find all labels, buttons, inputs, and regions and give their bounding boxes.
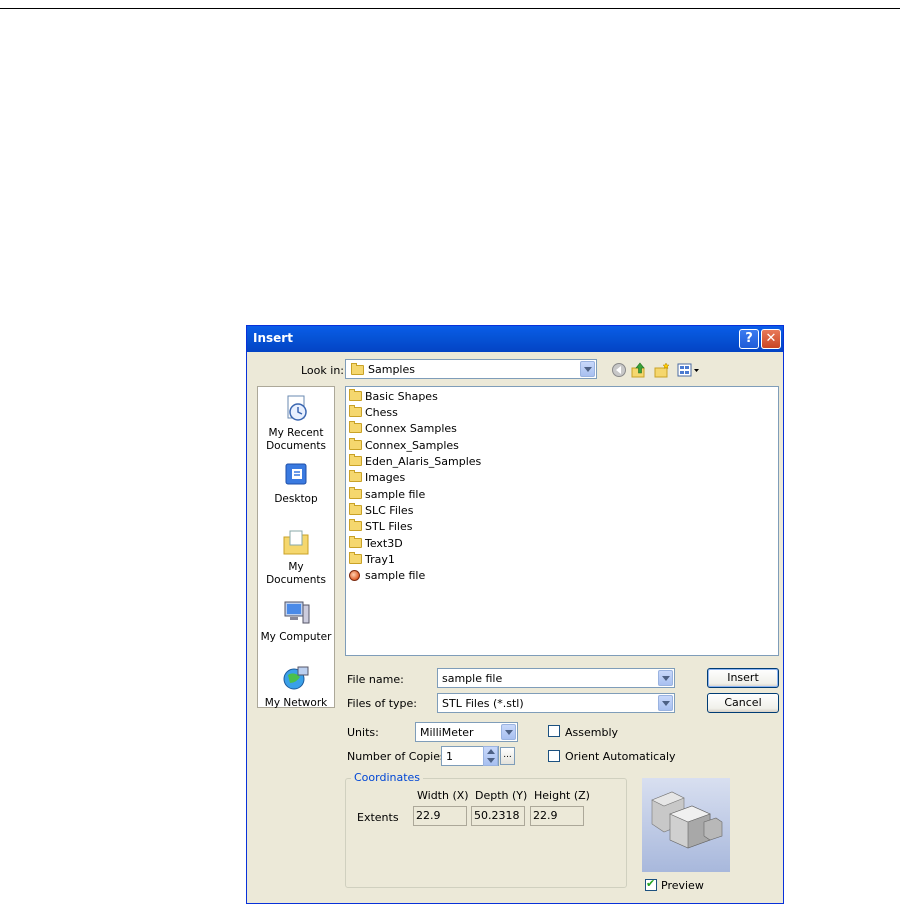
height-header: Height (Z): [534, 789, 590, 802]
folder-icon: [349, 536, 362, 548]
place-recent-documents[interactable]: My Recent Documents: [258, 393, 334, 453]
copies-ellipsis-button[interactable]: ...: [500, 747, 515, 765]
my-computer-icon: [280, 597, 312, 629]
copies-stepper[interactable]: [483, 746, 498, 766]
chevron-down-icon[interactable]: [501, 724, 516, 740]
units-value: MilliMeter: [420, 726, 474, 739]
place-my-computer[interactable]: My Computer: [258, 597, 334, 644]
orient-checkbox[interactable]: [548, 750, 560, 762]
orient-label: Orient Automaticaly: [565, 750, 676, 763]
assembly-label: Assembly: [565, 726, 619, 739]
folder-icon: [351, 363, 364, 375]
desktop-icon: [280, 459, 312, 491]
folder-icon: [349, 421, 362, 433]
new-folder-icon[interactable]: [654, 362, 670, 378]
chevron-down-icon[interactable]: [658, 695, 673, 711]
place-my-network[interactable]: My Network: [258, 663, 334, 710]
width-header: Width (X): [417, 789, 469, 802]
folder-icon: [349, 438, 362, 450]
copies-label: Number of Copies :: [347, 750, 453, 763]
folder-icon: [349, 503, 362, 515]
page-top-rule: [0, 8, 900, 9]
back-icon[interactable]: [611, 362, 627, 378]
height-value: 22.9: [530, 806, 584, 826]
folder-icon: [349, 470, 362, 482]
model-preview: [642, 778, 730, 872]
place-desktop[interactable]: Desktop: [258, 459, 334, 506]
place-label: My Recent Documents: [266, 427, 326, 452]
place-my-documents[interactable]: My Documents: [258, 527, 334, 587]
file-name-input[interactable]: sample file: [437, 668, 675, 688]
folder-icon: [349, 454, 362, 466]
chevron-up-icon[interactable]: [487, 749, 495, 754]
folder-icon: [349, 519, 362, 531]
file-list[interactable]: Basic Shapes Chess Connex Samples Connex…: [345, 386, 779, 656]
look-in-label: Look in:: [301, 364, 344, 377]
my-network-icon: [280, 663, 312, 695]
extents-label: Extents: [357, 811, 399, 824]
files-of-type-label: Files of type:: [347, 697, 418, 710]
help-button[interactable]: ?: [739, 329, 759, 349]
file-name-label: File name:: [347, 673, 404, 686]
title-bar[interactable]: Insert ? ✕: [247, 326, 783, 352]
file-name-value: sample file: [442, 672, 503, 685]
chevron-down-icon[interactable]: [658, 670, 673, 686]
views-menu-icon[interactable]: [677, 362, 701, 378]
assembly-checkbox[interactable]: [548, 725, 560, 737]
coordinates-title: Coordinates: [351, 771, 424, 784]
place-label: My Network: [264, 697, 328, 709]
places-bar: My Recent Documents Desktop My Documents: [257, 386, 335, 710]
place-label: Desktop: [274, 493, 318, 505]
folder-icon: [349, 552, 362, 564]
close-button[interactable]: ✕: [761, 329, 781, 349]
chevron-down-icon[interactable]: [580, 361, 595, 377]
insert-dialog: Insert ? ✕ Look in: Samples My Recent Do…: [246, 325, 784, 904]
copies-value: 1: [446, 750, 453, 763]
depth-header: Depth (Y): [475, 789, 528, 802]
folder-icon: [349, 389, 362, 401]
files-of-type-value: STL Files (*.stl): [442, 697, 524, 710]
cancel-button[interactable]: Cancel: [707, 693, 779, 713]
files-of-type-dropdown[interactable]: STL Files (*.stl): [437, 693, 675, 713]
folder-icon: [349, 487, 362, 499]
model-preview-image: [651, 791, 723, 849]
dialog-title: Insert: [253, 331, 293, 345]
folder-icon: [349, 405, 362, 417]
width-value: 22.9: [413, 806, 467, 826]
units-dropdown[interactable]: MilliMeter: [415, 722, 518, 742]
depth-value: 50.2318: [471, 806, 525, 826]
place-label: My Documents: [266, 561, 326, 586]
up-folder-icon[interactable]: [631, 362, 647, 378]
my-documents-icon: [280, 527, 312, 559]
stl-file-icon: [349, 570, 360, 581]
recent-documents-icon: [280, 393, 312, 425]
preview-checkbox[interactable]: [645, 877, 657, 891]
chevron-down-icon[interactable]: [487, 758, 495, 763]
preview-label: Preview: [661, 879, 704, 892]
look-in-value: Samples: [368, 363, 415, 376]
look-in-dropdown[interactable]: Samples: [345, 359, 597, 379]
units-label: Units:: [347, 726, 379, 739]
place-label: My Computer: [260, 631, 332, 643]
insert-button[interactable]: Insert: [707, 668, 779, 688]
